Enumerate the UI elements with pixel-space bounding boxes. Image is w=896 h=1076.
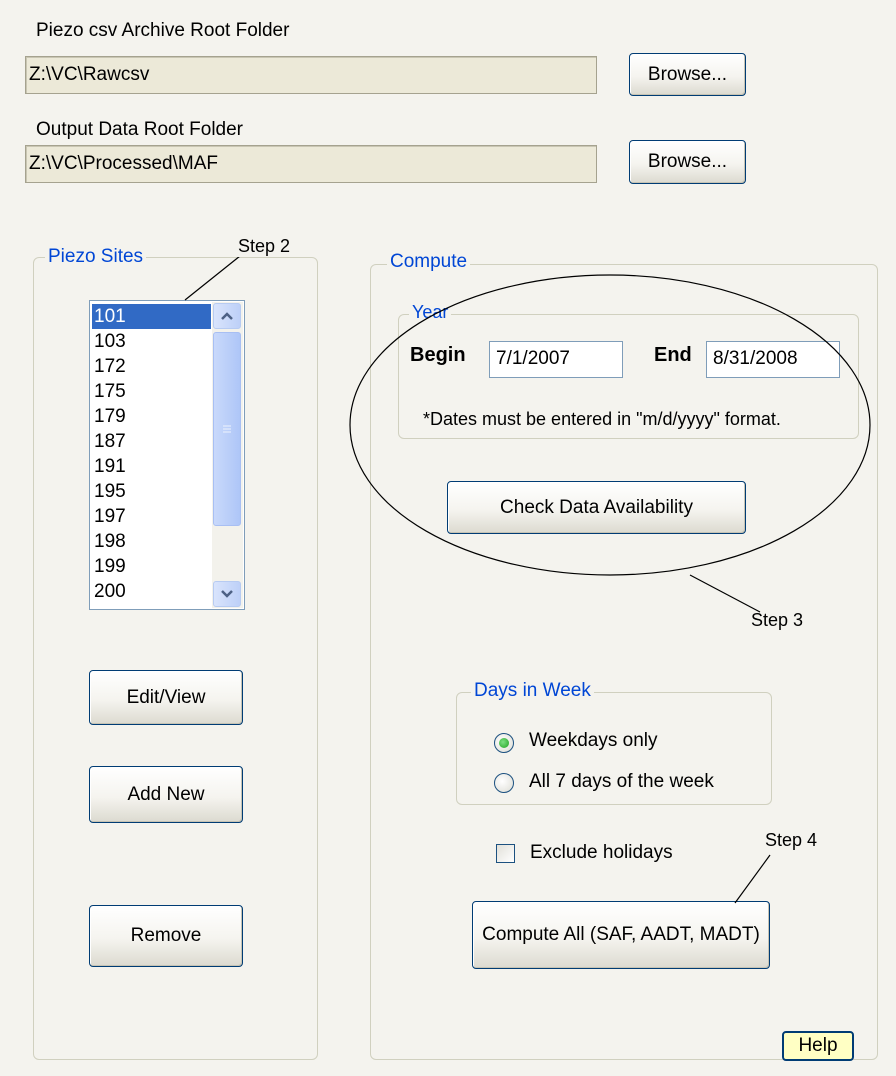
list-item[interactable]: 101 bbox=[92, 304, 211, 329]
step2-annotation: Step 2 bbox=[236, 236, 293, 257]
piezo-sites-title: Piezo Sites bbox=[45, 246, 147, 268]
days-in-week-title: Days in Week bbox=[471, 680, 594, 702]
weekdays-only-radio[interactable] bbox=[494, 733, 514, 753]
year-title: Year bbox=[409, 302, 452, 323]
radio-selected-dot bbox=[499, 738, 509, 748]
end-date-input[interactable]: 8/31/2008 bbox=[706, 341, 840, 378]
compute-all-label: Compute All (SAF, AADT, MADT) bbox=[482, 924, 760, 945]
add-new-button[interactable]: Add New bbox=[89, 766, 243, 823]
all-days-radio[interactable] bbox=[494, 773, 514, 793]
exclude-holidays-label[interactable]: Exclude holidays bbox=[530, 842, 673, 864]
list-item[interactable]: 200 bbox=[92, 579, 211, 604]
list-item[interactable]: 199 bbox=[92, 554, 211, 579]
list-item[interactable]: 103 bbox=[92, 329, 211, 354]
exclude-holidays-checkbox[interactable] bbox=[496, 844, 515, 863]
output-folder-label: Output Data Root Folder bbox=[36, 119, 243, 140]
begin-label: Begin bbox=[410, 344, 466, 366]
list-item[interactable]: 198 bbox=[92, 529, 211, 554]
weekdays-only-label[interactable]: Weekdays only bbox=[529, 730, 658, 752]
archive-folder-label: Piezo csv Archive Root Folder bbox=[36, 20, 290, 41]
date-format-note: *Dates must be entered in "m/d/yyyy" for… bbox=[423, 409, 781, 429]
step3-annotation: Step 3 bbox=[751, 610, 804, 630]
list-item[interactable]: 172 bbox=[92, 354, 211, 379]
end-label: End bbox=[654, 344, 692, 366]
list-item[interactable]: 187 bbox=[92, 429, 211, 454]
scroll-down-icon[interactable] bbox=[213, 581, 241, 607]
list-item[interactable]: 191 bbox=[92, 454, 211, 479]
list-item[interactable]: 197 bbox=[92, 504, 211, 529]
edit-view-button[interactable]: Edit/View bbox=[89, 670, 243, 725]
list-item[interactable]: 195 bbox=[92, 479, 211, 504]
list-item[interactable]: 175 bbox=[92, 379, 211, 404]
begin-date-input[interactable]: 7/1/2007 bbox=[489, 341, 623, 378]
compute-title: Compute bbox=[387, 251, 471, 273]
scroll-thumb[interactable] bbox=[213, 332, 241, 526]
archive-folder-field[interactable]: Z:\VC\Rawcsv bbox=[25, 56, 597, 94]
compute-all-button[interactable]: Compute All (SAF, AADT, MADT) bbox=[472, 901, 770, 969]
archive-browse-button[interactable]: Browse... bbox=[629, 53, 746, 96]
step4-annotation: Step 4 bbox=[765, 830, 818, 850]
output-browse-button[interactable]: Browse... bbox=[629, 140, 746, 184]
help-button[interactable]: Help bbox=[782, 1031, 854, 1061]
scroll-up-icon[interactable] bbox=[213, 303, 241, 329]
check-data-availability-button[interactable]: Check Data Availability bbox=[447, 481, 746, 534]
all-days-label[interactable]: All 7 days of the week bbox=[529, 771, 714, 793]
remove-button[interactable]: Remove bbox=[89, 905, 243, 967]
piezo-sites-list[interactable]: 101 103 172 175 179 187 191 195 197 198 199 200 bbox=[89, 300, 245, 610]
list-item[interactable]: 179 bbox=[92, 404, 211, 429]
output-folder-field[interactable]: Z:\VC\Processed\MAF bbox=[25, 145, 597, 183]
list-scrollbar[interactable] bbox=[212, 302, 243, 608]
